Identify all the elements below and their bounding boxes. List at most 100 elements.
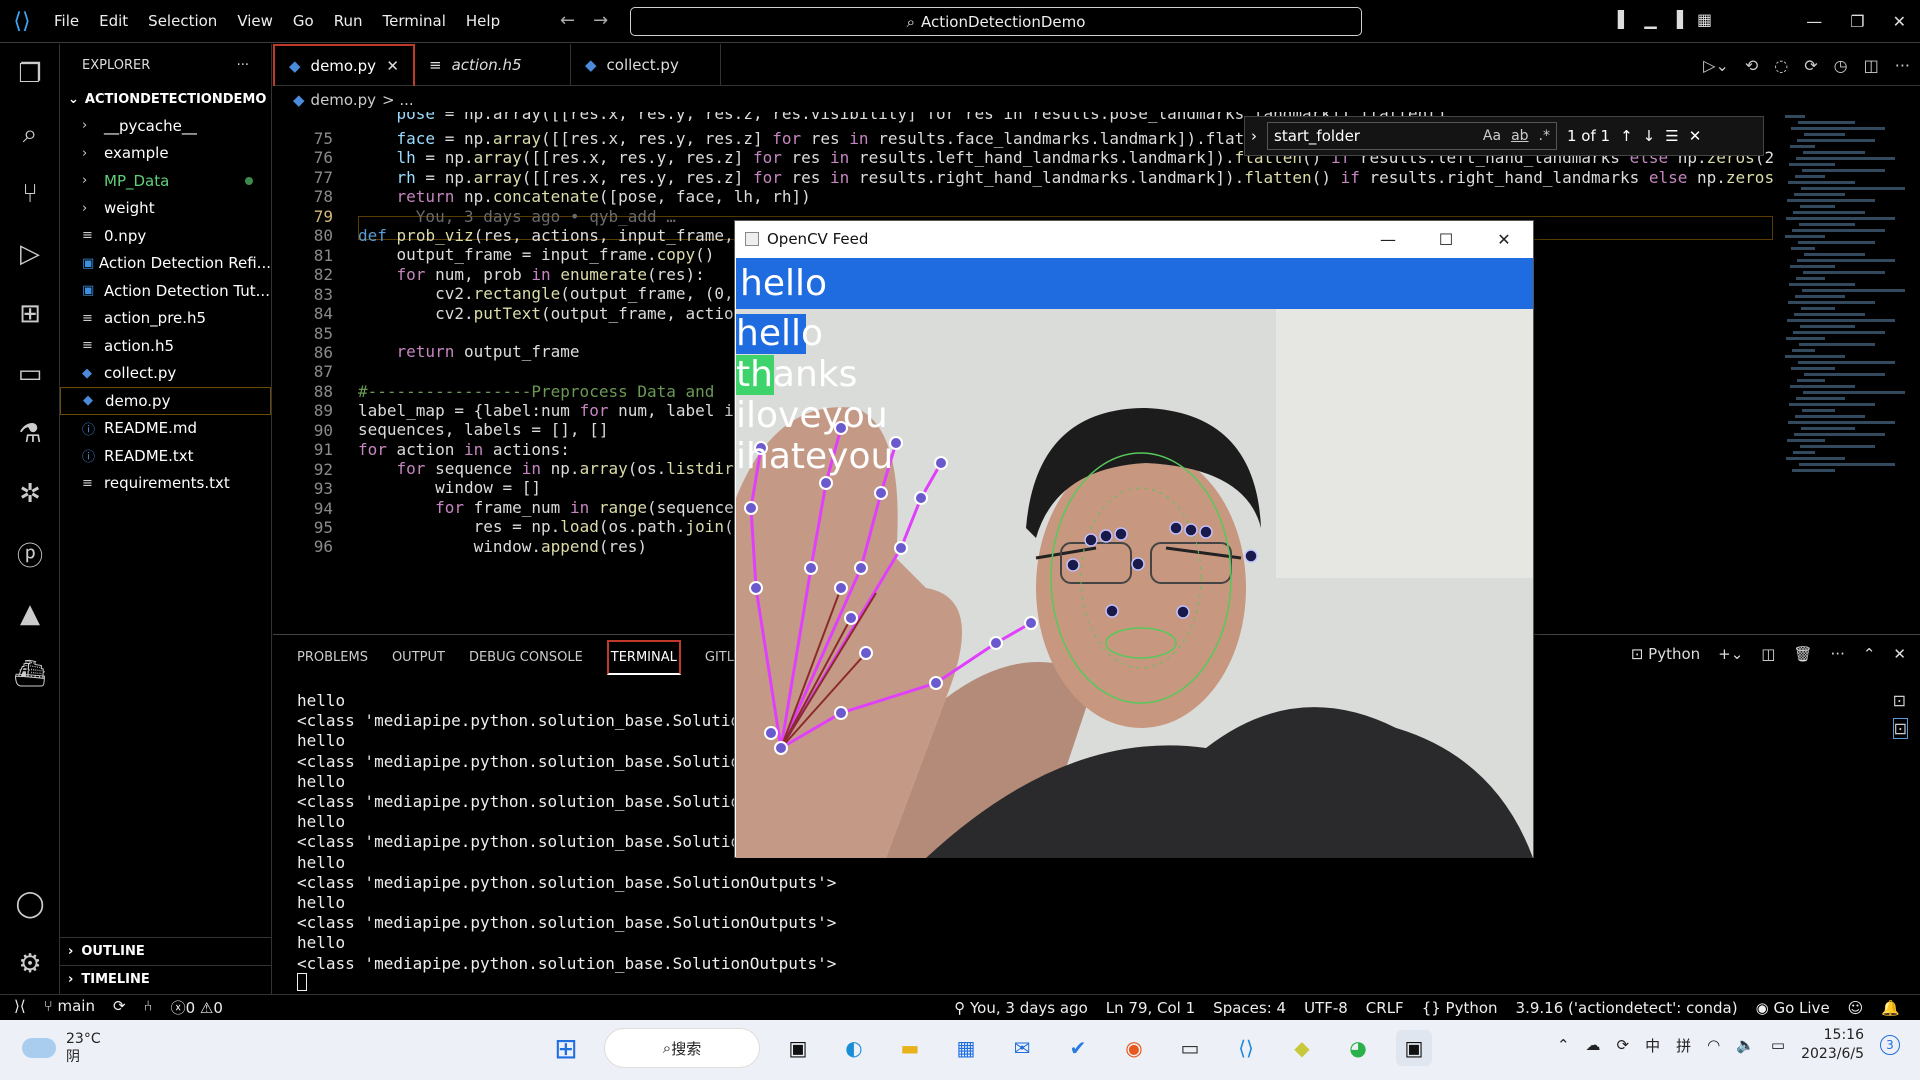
explorer-icon[interactable]: ❐ bbox=[0, 44, 60, 104]
toggle-secondary-sidebar-icon[interactable]: ▐ bbox=[1671, 10, 1683, 29]
branch-indicator[interactable]: ⑂ main bbox=[44, 997, 95, 1018]
run-debug-icon[interactable]: ▷ bbox=[0, 224, 60, 284]
feedback-icon[interactable]: ☺ bbox=[1848, 999, 1864, 1017]
opencv-window[interactable]: OpenCV Feed — ☐ ✕ hello hello bbox=[734, 220, 1534, 858]
menu-edit[interactable]: Edit bbox=[99, 12, 128, 30]
cursor-position[interactable]: Ln 79, Col 1 bbox=[1106, 999, 1195, 1017]
menu-go[interactable]: Go bbox=[293, 12, 314, 30]
language-mode[interactable]: {} Python bbox=[1422, 999, 1498, 1017]
python-interpreter[interactable]: 3.9.16 ('actiondetect': conda) bbox=[1516, 999, 1738, 1017]
whole-word-toggle[interactable]: ab bbox=[1511, 128, 1528, 144]
notifications-bell-icon[interactable]: 🔔 bbox=[1881, 999, 1900, 1017]
problems-indicator[interactable]: ⓧ0 ⚠0 bbox=[171, 997, 223, 1018]
file-collect-py[interactable]: ◆ collect.py bbox=[60, 360, 271, 388]
task-view-icon[interactable]: ▣ bbox=[780, 1030, 816, 1066]
mail-icon[interactable]: ✉ bbox=[1004, 1030, 1040, 1066]
new-terminal-icon[interactable]: +⌄ bbox=[1718, 645, 1743, 663]
breadcrumb-file[interactable]: demo.py bbox=[311, 91, 376, 109]
breadcrumb-rest[interactable]: > ... bbox=[382, 91, 414, 109]
sync-icon[interactable]: ⟳ bbox=[113, 997, 126, 1018]
feishu-icon[interactable]: ✔ bbox=[1060, 1030, 1096, 1066]
openai-icon[interactable]: ✲ bbox=[0, 464, 60, 524]
menu-selection[interactable]: Selection bbox=[148, 12, 217, 30]
wechat-icon[interactable]: ◕ bbox=[1340, 1030, 1376, 1066]
file-notebook-refine[interactable]: ▣ Action Detection Refi... bbox=[60, 250, 271, 278]
forward-arrow-icon[interactable]: → bbox=[593, 10, 626, 31]
toggle-sidebar-icon[interactable]: ▌ bbox=[1618, 10, 1630, 29]
firefox-icon[interactable]: ◉ bbox=[1116, 1030, 1152, 1066]
tab-collect-py[interactable]: ◆ collect.py bbox=[571, 44, 721, 86]
timeline-section[interactable]: › TIMELINE bbox=[60, 965, 272, 992]
find-input[interactable]: start_folder Aa ab .* bbox=[1267, 122, 1557, 150]
terminal-instance-icon[interactable]: ⊡ bbox=[1892, 718, 1908, 739]
back-arrow-icon[interactable]: ← bbox=[560, 10, 593, 31]
file-action-pre-h5[interactable]: ≡ action_pre.h5 bbox=[60, 305, 271, 333]
terminal-instance-icon[interactable]: ⊡ bbox=[1893, 691, 1908, 710]
menu-file[interactable]: File bbox=[54, 12, 79, 30]
opencv-taskbar-icon[interactable]: ▣ bbox=[1396, 1030, 1432, 1066]
menu-view[interactable]: View bbox=[237, 12, 273, 30]
close-icon[interactable]: ✕ bbox=[1893, 12, 1906, 31]
tray-overflow-icon[interactable]: ⌃ bbox=[1557, 1036, 1570, 1054]
remote-icon[interactable]: ⟩⟨ bbox=[14, 997, 26, 1018]
testing-icon[interactable]: ⚗ bbox=[0, 404, 60, 464]
file-requirements[interactable]: ≡ requirements.txt bbox=[60, 470, 271, 498]
tab-action-h5[interactable]: ≡ action.h5 bbox=[415, 44, 571, 86]
command-center[interactable]: ⌕ ActionDetectionDemo bbox=[630, 7, 1362, 36]
onedrive-icon[interactable]: ☁ bbox=[1586, 1036, 1601, 1054]
notification-badge[interactable]: 3 bbox=[1880, 1035, 1900, 1055]
search-activity-icon[interactable]: ⌕ bbox=[0, 104, 60, 164]
go-back-icon[interactable]: ⟲ bbox=[1745, 56, 1758, 75]
file-readme-md[interactable]: ⓘ README.md bbox=[60, 415, 271, 443]
minimize-icon[interactable]: — bbox=[1806, 12, 1822, 31]
ime-pinyin[interactable]: 拼 bbox=[1676, 1035, 1691, 1056]
taskbar-search[interactable]: ⌕ 搜索 bbox=[604, 1028, 760, 1068]
split-terminal-icon[interactable]: ◫ bbox=[1761, 645, 1775, 663]
more-icon[interactable]: ··· bbox=[1831, 645, 1845, 663]
volume-icon[interactable]: 🔈 bbox=[1736, 1036, 1755, 1054]
close-panel-icon[interactable]: ✕ bbox=[1893, 645, 1906, 663]
pycharm-icon[interactable]: ◆ bbox=[1284, 1030, 1320, 1066]
folder-weight[interactable]: › weight bbox=[60, 195, 271, 223]
next-match-icon[interactable]: ↓ bbox=[1643, 127, 1656, 145]
menu-run[interactable]: Run bbox=[334, 12, 363, 30]
store-icon[interactable]: ▦ bbox=[948, 1030, 984, 1066]
minimap[interactable] bbox=[1785, 112, 1920, 532]
maximize-icon[interactable]: ☐ bbox=[1417, 230, 1475, 249]
tab-output[interactable]: OUTPUT bbox=[392, 650, 445, 665]
tab-debug-console[interactable]: DEBUG CONSOLE bbox=[469, 650, 583, 665]
find-in-selection-icon[interactable]: ☰ bbox=[1665, 127, 1678, 145]
ime-mode[interactable]: 中 bbox=[1645, 1035, 1660, 1056]
go-live[interactable]: ◉ Go Live bbox=[1756, 999, 1830, 1017]
line-ending[interactable]: CRLF bbox=[1366, 999, 1404, 1017]
customize-layout-icon[interactable]: ▦ bbox=[1697, 10, 1712, 29]
forward-icon[interactable]: ⟳ bbox=[1804, 56, 1817, 75]
match-case-toggle[interactable]: Aa bbox=[1483, 128, 1501, 144]
file-readme-txt[interactable]: ⓘ README.txt bbox=[60, 442, 271, 470]
tab-demo-py[interactable]: ◆ demo.py ✕ bbox=[273, 44, 415, 86]
toggle-panel-icon[interactable]: ▁ bbox=[1644, 10, 1656, 29]
source-control-icon[interactable]: ⑂ bbox=[0, 164, 60, 224]
git-graph-status-icon[interactable]: ⑃ bbox=[144, 997, 153, 1018]
indentation[interactable]: Spaces: 4 bbox=[1213, 999, 1286, 1017]
account-icon[interactable]: ◯ bbox=[0, 874, 60, 934]
previous-match-icon[interactable]: ↑ bbox=[1620, 127, 1633, 145]
tab-terminal[interactable]: TERMINAL bbox=[606, 639, 681, 675]
close-find-icon[interactable]: ✕ bbox=[1689, 127, 1702, 145]
folder-example[interactable]: › example bbox=[60, 140, 271, 168]
encoding[interactable]: UTF-8 bbox=[1304, 999, 1348, 1017]
more-icon[interactable]: ··· bbox=[1895, 56, 1910, 75]
battery-icon[interactable]: ▭ bbox=[1771, 1036, 1785, 1054]
kill-terminal-icon[interactable]: 🗑 bbox=[1793, 645, 1812, 663]
file-0-npy[interactable]: ≡ 0.npy bbox=[60, 222, 271, 250]
file-notebook-tutorial[interactable]: ▣ Action Detection Tut... bbox=[60, 277, 271, 305]
restore-icon[interactable]: ❐ bbox=[1850, 12, 1864, 31]
terminal-shell-selector[interactable]: ⊡ Python bbox=[1631, 645, 1700, 663]
maximize-panel-icon[interactable]: ⌃ bbox=[1863, 645, 1876, 663]
windows-start-icon[interactable]: ⊞ bbox=[548, 1030, 584, 1066]
toggle-replace-icon[interactable]: › bbox=[1251, 127, 1257, 145]
file-explorer-icon[interactable]: ▬ bbox=[892, 1030, 928, 1066]
menu-help[interactable]: Help bbox=[466, 12, 500, 30]
circle-icon[interactable]: ◌ bbox=[1774, 56, 1788, 75]
sync-tray-icon[interactable]: ⟳ bbox=[1617, 1036, 1630, 1054]
